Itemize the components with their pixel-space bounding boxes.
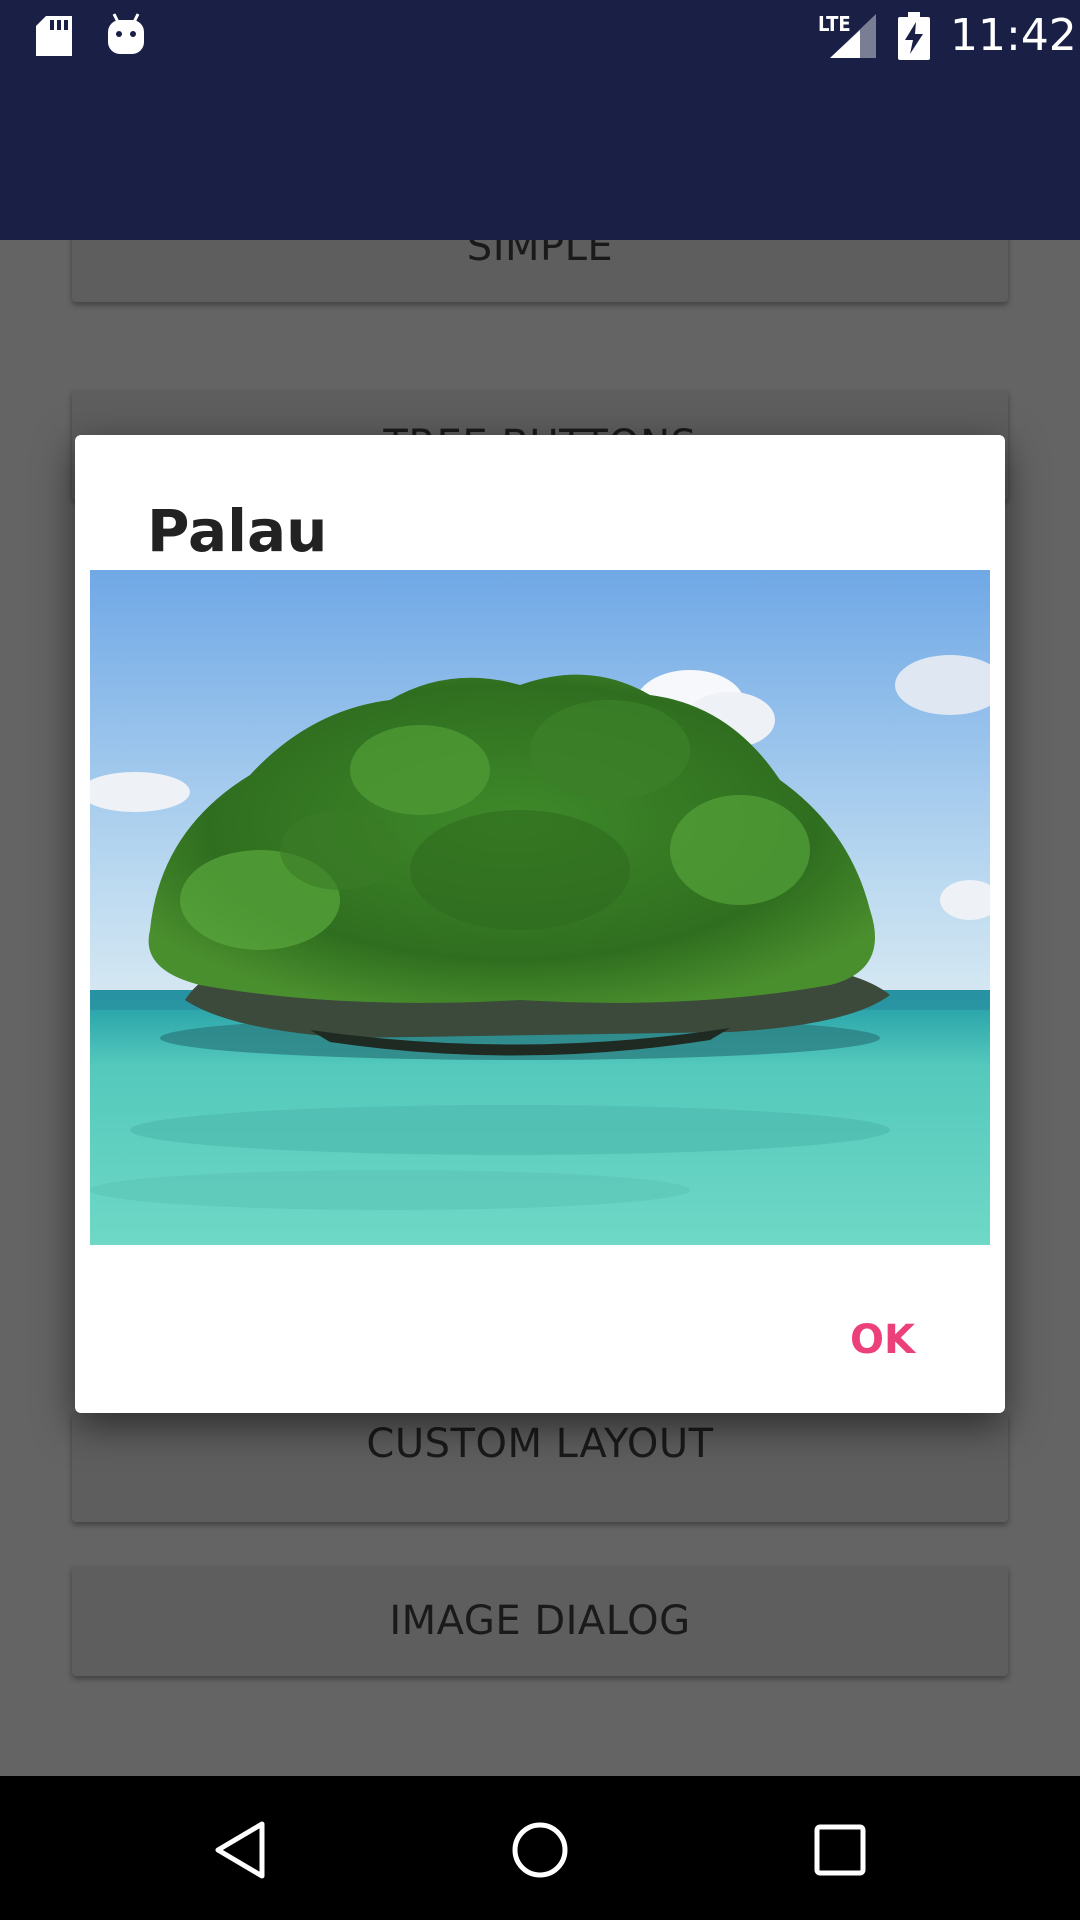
clock: 11:42 — [950, 10, 1077, 61]
status-bar: LTE 11:42 — [0, 0, 1080, 72]
android-icon — [108, 13, 144, 54]
recents-icon[interactable] — [810, 1820, 870, 1880]
image-dialog: Palau OK — [75, 435, 1005, 1413]
custom-layout-button[interactable]: CUSTOM LAYOUT — [72, 1412, 1008, 1522]
sd-card-icon — [36, 16, 72, 56]
custom-layout-button-label: CUSTOM LAYOUT — [366, 1421, 714, 1467]
home-icon[interactable] — [510, 1820, 570, 1880]
image-dialog-button[interactable]: IMAGE DIALOG — [72, 1566, 1008, 1676]
simple-button-label: SIMPLE — [466, 240, 614, 270]
signal-icon — [830, 14, 876, 58]
simple-button[interactable]: SIMPLE — [72, 240, 1008, 302]
ok-button[interactable]: OK — [844, 1305, 921, 1375]
back-icon[interactable] — [210, 1820, 270, 1880]
island-photo — [90, 570, 990, 1245]
battery-charging-icon — [898, 12, 930, 60]
app-bar — [0, 72, 1080, 240]
dialog-title: Palau — [147, 497, 328, 565]
navigation-bar — [0, 1776, 1080, 1920]
image-dialog-button-label: IMAGE DIALOG — [389, 1598, 691, 1644]
